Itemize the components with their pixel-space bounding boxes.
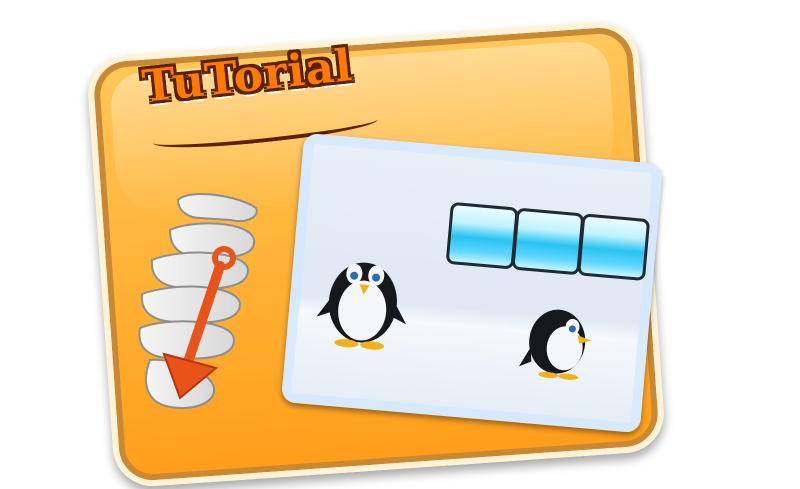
penguin-icon <box>316 262 407 350</box>
gameplay-preview <box>280 132 664 434</box>
ice-block-icon <box>445 201 519 270</box>
ice-block-icon <box>511 207 585 276</box>
tutorial-screen: TuTorial <box>0 0 800 489</box>
penguin-icon <box>518 309 592 380</box>
swipe-down-arrow-icon <box>162 246 236 400</box>
ice-block-icon <box>577 213 651 282</box>
